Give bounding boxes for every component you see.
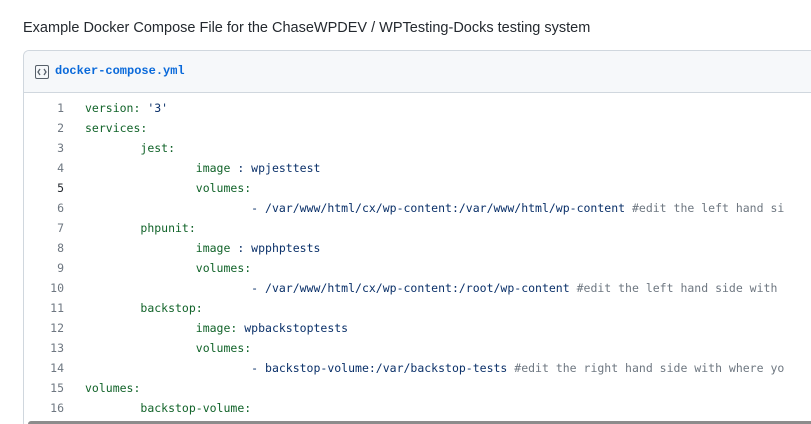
yaml-key: services:: [85, 121, 148, 135]
yaml-key: volumes:: [195, 261, 252, 275]
code-text: image : wpphptests: [85, 238, 321, 258]
code-line: 16 backstop-volume:: [24, 398, 811, 418]
gist-file-box: docker-compose.yml 1 version: '3' 2 service…: [23, 50, 811, 424]
line-number[interactable]: 13: [24, 338, 64, 358]
yaml-comment: #edit the left hand side with: [576, 281, 778, 295]
code-text: backstop:: [85, 298, 203, 318]
line-number[interactable]: 11: [24, 298, 64, 318]
page-heading: Example Docker Compose File for the Chas…: [23, 20, 591, 36]
line-number[interactable]: 9: [24, 258, 64, 278]
yaml-key: image: [195, 161, 231, 175]
file-name-link[interactable]: docker-compose.yml: [55, 64, 185, 78]
code-line: 5 volumes:: [24, 178, 811, 198]
code-text: volumes:: [85, 258, 251, 278]
code-text: - /var/www/html/cx/wp-content:/var/www/h…: [85, 198, 784, 218]
yaml-value: wpbackstoptests: [237, 321, 349, 335]
file-header: docker-compose.yml: [24, 51, 811, 93]
code-square-icon: [35, 65, 49, 79]
code-text: version: '3': [85, 98, 168, 118]
yaml-value: '3': [140, 101, 169, 115]
yaml-value: - backstop-volume:/var/backstop-tests: [251, 361, 515, 375]
yaml-key: image:: [195, 321, 238, 335]
code-text: - backstop-volume:/var/backstop-tests #e…: [85, 358, 784, 378]
code-line: 8 image : wpphptests: [24, 238, 811, 258]
line-number[interactable]: 14: [24, 358, 64, 378]
yaml-value: - /var/www/html/cx/wp-content:/root/wp-c…: [251, 281, 577, 295]
yaml-key: volumes:: [195, 181, 252, 195]
code-text: image: wpbackstoptests: [85, 318, 348, 338]
yaml-value: : wpjesttest: [230, 161, 321, 175]
yaml-value: - /var/www/html/cx/wp-content:/var/www/h…: [251, 201, 632, 215]
code-text: phpunit:: [85, 218, 196, 238]
code-text: volumes:: [85, 378, 140, 398]
code-line: 15 volumes:: [24, 378, 811, 398]
code-view: 1 version: '3' 2 services: 3 jest: 4 image : …: [24, 93, 811, 424]
yaml-key: version:: [85, 101, 141, 115]
line-number[interactable]: 2: [24, 118, 64, 138]
code-text: - /var/www/html/cx/wp-content:/root/wp-c…: [85, 278, 777, 298]
line-number[interactable]: 10: [24, 278, 64, 298]
code-line: 10 - /var/www/html/cx/wp-content:/root/w…: [24, 278, 811, 298]
code-text: image : wpjesttest: [85, 158, 321, 178]
code-line: 2 services:: [24, 118, 811, 138]
yaml-value: : wpphptests: [230, 241, 321, 255]
line-number[interactable]: 15: [24, 378, 64, 398]
code-line: 11 backstop:: [24, 298, 811, 318]
line-number[interactable]: 12: [24, 318, 64, 338]
code-line: 7 phpunit:: [24, 218, 811, 238]
yaml-key: jest:: [140, 141, 176, 155]
line-number[interactable]: 3: [24, 138, 64, 158]
line-number[interactable]: 16: [24, 398, 64, 418]
line-number[interactable]: 5: [24, 178, 64, 198]
code-text: backstop-volume:: [85, 398, 251, 418]
code-text: volumes:: [85, 338, 251, 358]
code-line: 1 version: '3': [24, 98, 811, 118]
code-line: 4 image : wpjesttest: [24, 158, 811, 178]
line-number[interactable]: 7: [24, 218, 64, 238]
code-line: 6 - /var/www/html/cx/wp-content:/var/www…: [24, 198, 811, 218]
code-line: 14 - backstop-volume:/var/backstop-tests…: [24, 358, 811, 378]
code-line: 9 volumes:: [24, 258, 811, 278]
code-line: 12 image: wpbackstoptests: [24, 318, 811, 338]
yaml-key: backstop-volume:: [140, 401, 252, 415]
code-text: volumes:: [85, 178, 251, 198]
code-text: jest:: [85, 138, 175, 158]
yaml-key: backstop:: [140, 301, 203, 315]
code-line: 3 jest:: [24, 138, 811, 158]
yaml-comment: #edit the left hand si: [631, 201, 785, 215]
line-number[interactable]: 6: [24, 198, 64, 218]
yaml-comment: #edit the right hand side with where yo: [514, 361, 785, 375]
code-text: services:: [85, 118, 147, 138]
line-number[interactable]: 1: [24, 98, 64, 118]
code-line: 13 volumes:: [24, 338, 811, 358]
yaml-key: phpunit:: [140, 221, 196, 235]
yaml-key: volumes:: [195, 341, 252, 355]
line-number[interactable]: 4: [24, 158, 64, 178]
yaml-key: volumes:: [85, 381, 141, 395]
line-number[interactable]: 8: [24, 238, 64, 258]
yaml-key: image: [195, 241, 231, 255]
